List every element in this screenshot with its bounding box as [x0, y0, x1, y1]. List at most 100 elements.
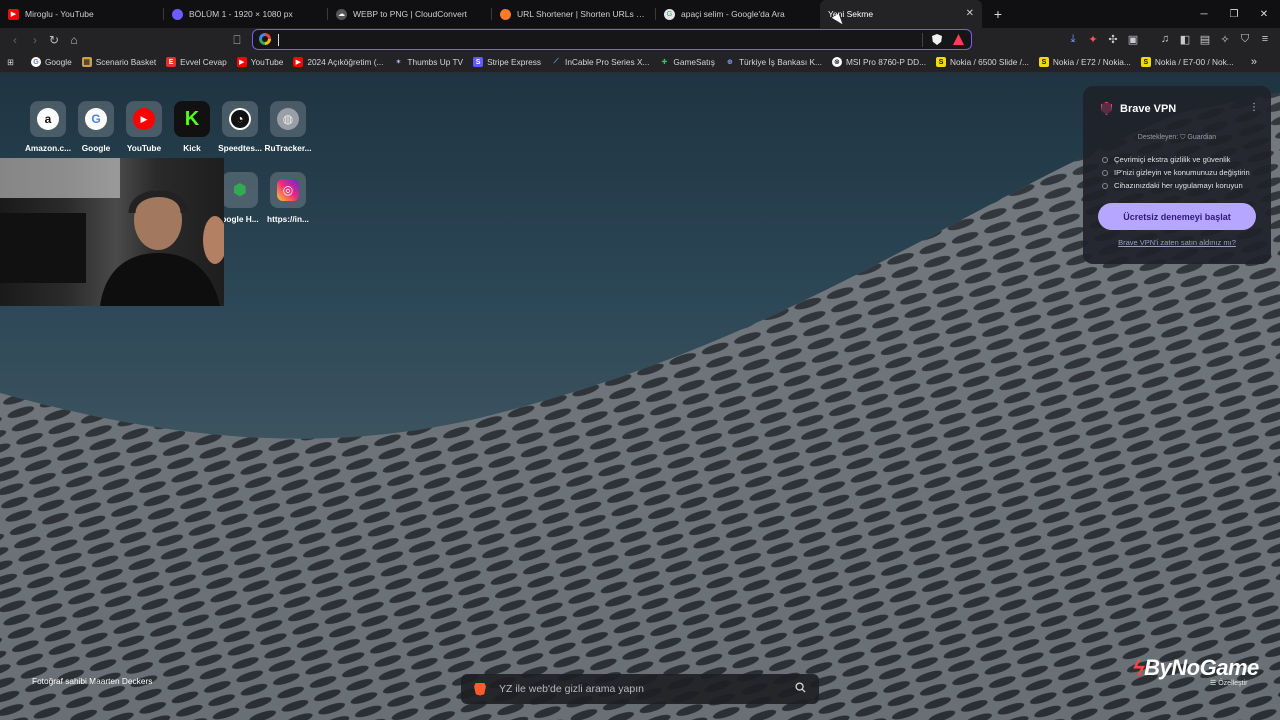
search-icon[interactable] — [795, 682, 806, 693]
youtube-icon: ▶ — [293, 57, 304, 67]
bookmark-item[interactable]: E Evvel Cevap — [161, 52, 232, 73]
bookmark-item[interactable]: ▶ 2024 Açıköğretim (... — [288, 52, 388, 73]
screenshot-icon[interactable]: ▣ — [1126, 32, 1140, 46]
search-box[interactable]: YZ ile web'de gizli arama yapın — [461, 674, 819, 704]
tab[interactable]: ▶ Miroglu - YouTube — [0, 0, 164, 28]
wallet-icon[interactable]: ▤ — [1198, 32, 1212, 46]
tab-active[interactable]: Yeni Sekme ✕ — [820, 0, 982, 28]
bookmark-item[interactable]: S Nokia / 6500 Slide /... — [931, 52, 1034, 73]
evvel-icon: E — [166, 57, 177, 67]
bookmark-item[interactable]: ✚ GameSatış — [654, 52, 720, 73]
bookmarks-overflow-icon[interactable]: » — [1246, 52, 1262, 73]
vpn-shield-icon — [1101, 102, 1112, 115]
text-caret — [278, 34, 279, 46]
tab-title: Miroglu - YouTube — [25, 9, 94, 19]
close-tab-icon[interactable]: ✕ — [966, 8, 974, 19]
tab[interactable]: G apaçi selim - Google'da Ara — [656, 0, 820, 28]
bookmark-item[interactable]: S Nokia / E7-00 / Nok... — [1136, 52, 1239, 73]
bookmark-item[interactable]: ⊕ Türkiye İş Bankası K... — [720, 52, 827, 73]
vpn-feature: IP'nizi gizleyin ve konumunuzu değiştiri… — [1102, 168, 1250, 177]
nokia-icon: S — [1038, 57, 1049, 67]
google-favicon-icon: G — [664, 8, 675, 20]
youtube-icon: ▶ — [236, 57, 247, 67]
leo-ai-icon[interactable]: ✧ — [1218, 32, 1232, 46]
webcam-overlay — [0, 158, 224, 306]
vpn-icon[interactable]: ⛉ — [1238, 32, 1252, 46]
vpn-supported-by: Destekleyen: ⛉ Guardian — [1137, 134, 1217, 141]
nokia-icon: S — [1140, 57, 1151, 67]
speed-dial-instagram[interactable]: ◎ https://in... — [264, 172, 312, 224]
globe-icon: ◍ — [270, 101, 306, 137]
tab-title: BÖLÜM 1 - 1920 × 1080 px — [189, 9, 293, 19]
download-icon[interactable]: ⤓ — [1066, 32, 1080, 46]
isbank-icon: ⊕ — [727, 59, 733, 66]
check-circle-icon — [1102, 169, 1108, 176]
toolbar: ‹ › ↻ ⌂ ⎕ ⤓ ✦ ✣ ▣ ♫ ◧ ▤ ✧ ⛉ ≡ — [0, 28, 1280, 52]
tab[interactable]: BÖLÜM 1 - 1920 × 1080 px — [164, 0, 328, 28]
restore-button[interactable]: ❐ — [1218, 0, 1250, 28]
star-icon: ✶ — [395, 59, 402, 66]
minimize-button[interactable]: ─ — [1188, 0, 1220, 28]
brave-rewards-icon[interactable] — [953, 34, 964, 45]
vpn-feature: Cihazınızdaki her uygulamayı koruyun — [1102, 181, 1243, 190]
already-purchased-link[interactable]: Brave VPN'i zaten satın aldınız mı? — [1083, 238, 1271, 247]
menu-icon[interactable]: ≡ — [1258, 32, 1272, 46]
guardian-logo-icon: ⛉ Guardian — [1180, 134, 1217, 141]
back-icon[interactable]: ‹ — [7, 32, 23, 48]
apps-grid-icon[interactable]: ⊞ — [0, 52, 26, 73]
tab[interactable]: ☁ WEBP to PNG | CloudConvert — [328, 0, 492, 28]
tab-title: WEBP to PNG | CloudConvert — [353, 9, 468, 19]
bookmarks-bar: ⊞ G Google ▦ Scenario Basket E Evvel Cevap … — [0, 52, 1280, 73]
brave-shields-icon[interactable] — [932, 34, 942, 45]
sidebar-icon[interactable]: ◧ — [1178, 32, 1192, 46]
new-tab-button[interactable]: + — [988, 6, 1008, 22]
media-icon[interactable]: ♫ — [1158, 32, 1172, 46]
google-icon: G — [30, 57, 41, 67]
speed-dial-rutracker[interactable]: ◍ RuTracker... — [264, 101, 312, 153]
more-options-icon[interactable]: ⋮ — [1249, 102, 1259, 113]
bookmark-item[interactable]: ⟋ InCable Pro Series X... — [546, 52, 654, 73]
close-window-button[interactable]: ✕ — [1248, 0, 1280, 28]
youtube-favicon-icon: ▶ — [8, 8, 19, 20]
amazon-icon: a — [30, 101, 66, 137]
brave-logo-icon — [474, 682, 486, 696]
tab-title: URL Shortener | Shorten URLs with a — [517, 9, 648, 19]
link-favicon-icon — [500, 8, 511, 20]
vpn-title: Brave VPN — [1120, 103, 1177, 115]
tab-strip: ▶ Miroglu - YouTube BÖLÜM 1 - 1920 × 108… — [0, 0, 1280, 28]
site-favicon-icon — [172, 8, 183, 20]
speedtest-icon: ◔ — [222, 101, 258, 137]
msi-icon: ⊗ — [831, 57, 842, 67]
tab[interactable]: URL Shortener | Shorten URLs with a — [492, 0, 656, 28]
check-circle-icon — [1102, 156, 1108, 163]
customize-button[interactable]: ☰ Özelleştir — [1210, 679, 1247, 687]
vpn-panel: Brave VPN ⋮ Destekleyen: ⛉ Guardian Çevr… — [1083, 86, 1271, 264]
check-circle-icon — [1102, 182, 1108, 189]
bookmark-item[interactable]: S Stripe Express — [468, 52, 546, 73]
home-icon[interactable]: ⌂ — [66, 32, 82, 48]
bookmark-item[interactable]: ✶ Thumbs Up TV — [388, 52, 468, 73]
person-silhouette — [0, 158, 224, 306]
bookmark-icon[interactable]: ⎕ — [229, 32, 245, 48]
bookmark-item[interactable]: S Nokia / E72 / Nokia... — [1034, 52, 1136, 73]
start-trial-button[interactable]: Ücretsiz denemeyi başlat — [1098, 203, 1256, 230]
gamesatis-icon: ✚ — [661, 59, 668, 66]
incable-icon: ⟋ — [553, 58, 559, 65]
bynogame-watermark: ϟByNoGame — [1133, 655, 1259, 680]
cloud-favicon-icon: ☁ — [336, 8, 347, 20]
bookmark-item[interactable]: ⊗ MSI Pro 8760-P DD... — [827, 52, 931, 73]
google-icon: G — [78, 101, 114, 137]
extension-red-icon[interactable]: ✦ — [1086, 32, 1100, 46]
reload-icon[interactable]: ↻ — [46, 32, 62, 48]
vpn-feature: Çevrimiçi ekstra gizlilik ve güvenlik — [1102, 155, 1230, 164]
search-placeholder: YZ ile web'de gizli arama yapın — [499, 683, 644, 695]
address-bar[interactable] — [252, 29, 972, 50]
basket-icon: ▦ — [81, 57, 92, 67]
extensions-icon[interactable]: ✣ — [1106, 32, 1120, 46]
bookmark-item[interactable]: G Google — [26, 52, 77, 73]
bookmark-item[interactable]: ▶ YouTube — [232, 52, 289, 73]
photo-credit: Fotoğraf sahibi Maarten Deckers — [32, 676, 153, 686]
stripe-icon: S — [473, 57, 484, 67]
forward-icon[interactable]: › — [27, 32, 43, 48]
bookmark-item[interactable]: ▦ Scenario Basket — [77, 52, 161, 73]
